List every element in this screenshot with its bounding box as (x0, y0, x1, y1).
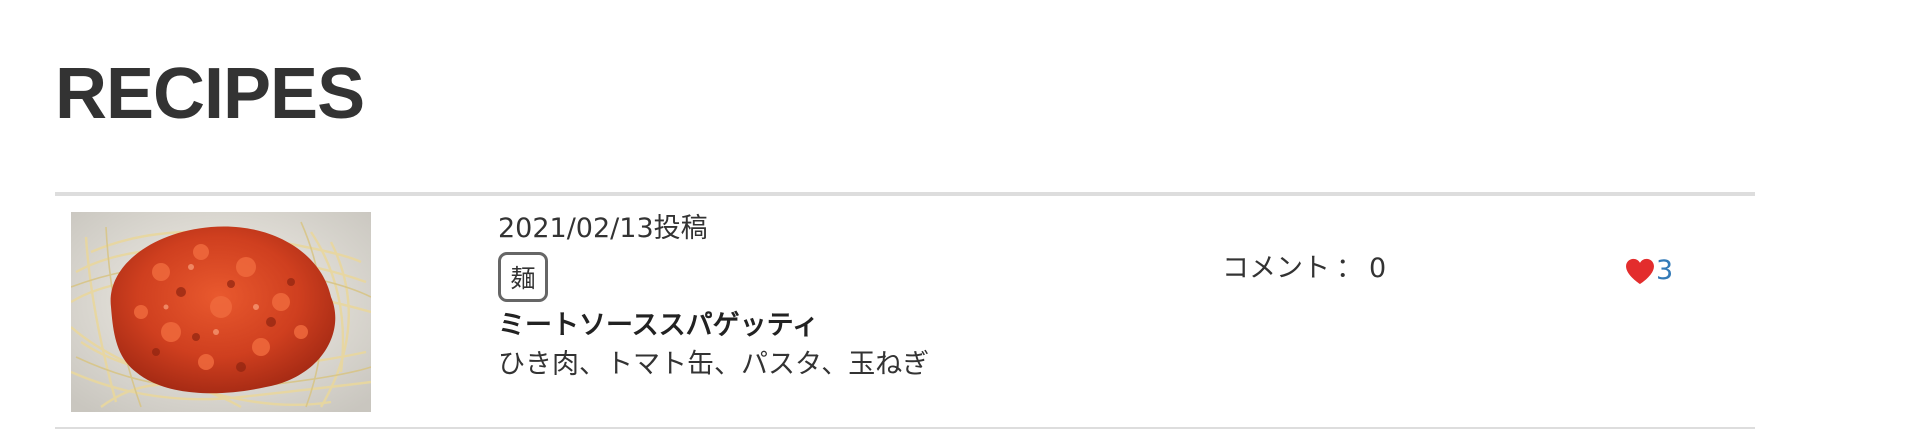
comment-count: コメント： 0 (1222, 252, 1386, 286)
like-button[interactable]: 3 (1625, 254, 1673, 288)
ingredients-text: ひき肉、トマト缶、パスタ、玉ねぎ (498, 349, 930, 380)
category-badge[interactable]: 麺 (498, 252, 548, 302)
page-title: RECIPES (55, 54, 365, 134)
post-date: 2021/02/13投稿 (498, 213, 708, 244)
recipe-title-link[interactable]: ミートソーススパゲッティ (498, 306, 1018, 346)
spaghetti-photo-icon (71, 212, 371, 412)
recipe-meta: 2021/02/13投稿 麺 ミートソーススパゲッティ ひき肉、トマト缶、パスタ… (498, 212, 1018, 384)
heart-icon[interactable] (1625, 258, 1655, 285)
recipe-row: 2021/02/13投稿 麺 ミートソーススパゲッティ ひき肉、トマト缶、パスタ… (55, 196, 1755, 426)
comment-label: コメント (1222, 253, 1330, 284)
comment-separator: ： (1336, 253, 1363, 284)
recipes-page: RECIPES 2021/02/13投稿 麺 ミートソーススパゲッティ ひき肉、… (0, 0, 1907, 429)
comment-count-value: 0 (1369, 253, 1387, 284)
recipe-thumbnail-image[interactable] (71, 212, 371, 412)
like-count[interactable]: 3 (1656, 254, 1673, 288)
